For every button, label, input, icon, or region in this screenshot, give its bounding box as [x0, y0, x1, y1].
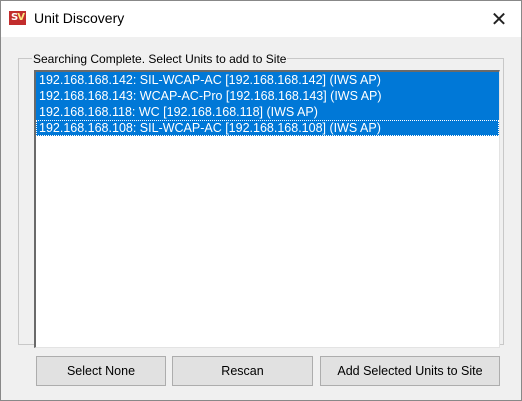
add-selected-units-button[interactable]: Add Selected Units to Site	[320, 356, 500, 386]
rescan-button[interactable]: Rescan	[172, 356, 313, 386]
groupbox-caption: Searching Complete. Select Units to add …	[32, 52, 288, 66]
select-none-button[interactable]: Select None	[36, 356, 166, 386]
unit-list-item[interactable]: 192.168.168.108: SIL-WCAP-AC [192.168.16…	[36, 120, 499, 136]
unit-list-item[interactable]: 192.168.168.142: SIL-WCAP-AC [192.168.16…	[36, 72, 499, 88]
close-icon[interactable]: ✕	[476, 0, 522, 37]
unit-discovery-window: SV Unit Discovery ✕ Searching Complete. …	[0, 0, 522, 401]
units-listbox[interactable]: 192.168.168.142: SIL-WCAP-AC [192.168.16…	[34, 70, 500, 348]
unit-list-item[interactable]: 192.168.168.118: WC [192.168.168.118] (I…	[36, 104, 499, 120]
app-icon: SV	[9, 11, 26, 25]
title-bar[interactable]: SV Unit Discovery ✕	[0, 0, 522, 37]
unit-list-item[interactable]: 192.168.168.143: WCAP-AC-Pro [192.168.16…	[36, 88, 499, 104]
window-title: Unit Discovery	[34, 10, 125, 26]
